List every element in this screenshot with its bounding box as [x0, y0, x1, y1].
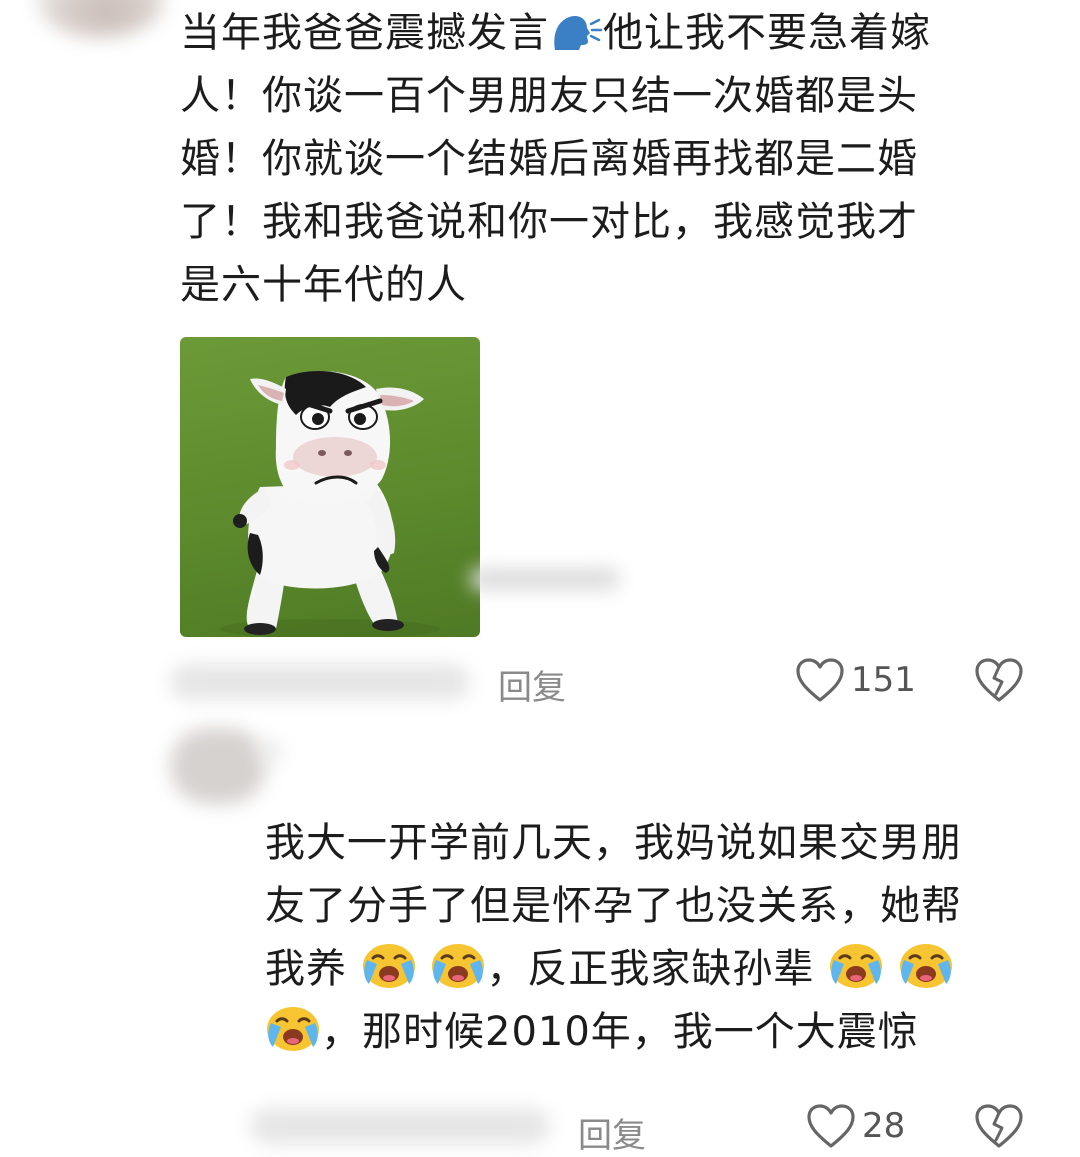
blurred-timestamp — [170, 664, 470, 700]
sticker-image[interactable] — [180, 337, 480, 637]
cow-sticker-illustration — [220, 371, 440, 637]
comment-text: 我大一开学前几天，我妈说如果交男朋 友了分手了但是怀孕了也没关系，她帮 我养 ，… — [265, 812, 962, 1064]
loudly-crying-emoji-icon — [362, 944, 415, 988]
blurred-username — [258, 742, 282, 762]
comment-line: 婚！你就谈一个结婚后离婚再找都是二婚 — [180, 136, 918, 182]
blurred-watermark — [470, 568, 620, 590]
heart-outline-icon — [796, 658, 844, 702]
comment-text: 当年我爸爸震撼发言 他让我不要急着嫁 人！你谈一百个男朋友只结一次婚都是头 婚！… — [180, 2, 931, 317]
loudly-crying-emoji-icon — [267, 1007, 319, 1051]
comment-line: 是六十年代的人 — [180, 262, 467, 308]
comment-line: 人！你谈一百个男朋友只结一次婚都是头 — [180, 73, 918, 119]
like-button[interactable]: 28 — [806, 1102, 916, 1152]
broken-heart-icon[interactable] — [974, 658, 1024, 704]
loudly-crying-emoji-icon — [899, 944, 952, 988]
comment-line: 了！我和我爸说和你一对比，我感觉我才 — [180, 199, 918, 245]
comment-line: 当年我爸爸震撼发言 — [180, 10, 549, 56]
reply-button[interactable]: 回复 — [498, 660, 566, 709]
loudly-crying-emoji-icon — [830, 944, 883, 988]
comment-line: ，反正我家缺孙辈 — [486, 946, 815, 992]
comment-line: 我大一开学前几天，我妈说如果交男朋 — [265, 820, 962, 866]
like-count: 151 — [851, 660, 916, 700]
heart-outline-icon — [807, 1104, 855, 1148]
broken-heart-icon[interactable] — [974, 1104, 1024, 1150]
comment-line: 他让我不要急着嫁 — [603, 10, 931, 56]
comment-line: 我养 — [265, 946, 347, 992]
comment-line: ，那时候2010年，我一个大震惊 — [321, 1009, 919, 1055]
blurred-timestamp — [250, 1108, 550, 1144]
avatar[interactable] — [36, 0, 164, 38]
speaking-head-icon — [554, 16, 603, 50]
reply-button[interactable]: 回复 — [578, 1108, 646, 1157]
like-button[interactable]: 151 — [795, 656, 916, 706]
like-count: 28 — [862, 1106, 906, 1146]
loudly-crying-emoji-icon — [432, 944, 485, 988]
avatar[interactable] — [170, 728, 266, 804]
comment-line: 友了分手了但是怀孕了也没关系，她帮 — [265, 883, 962, 929]
